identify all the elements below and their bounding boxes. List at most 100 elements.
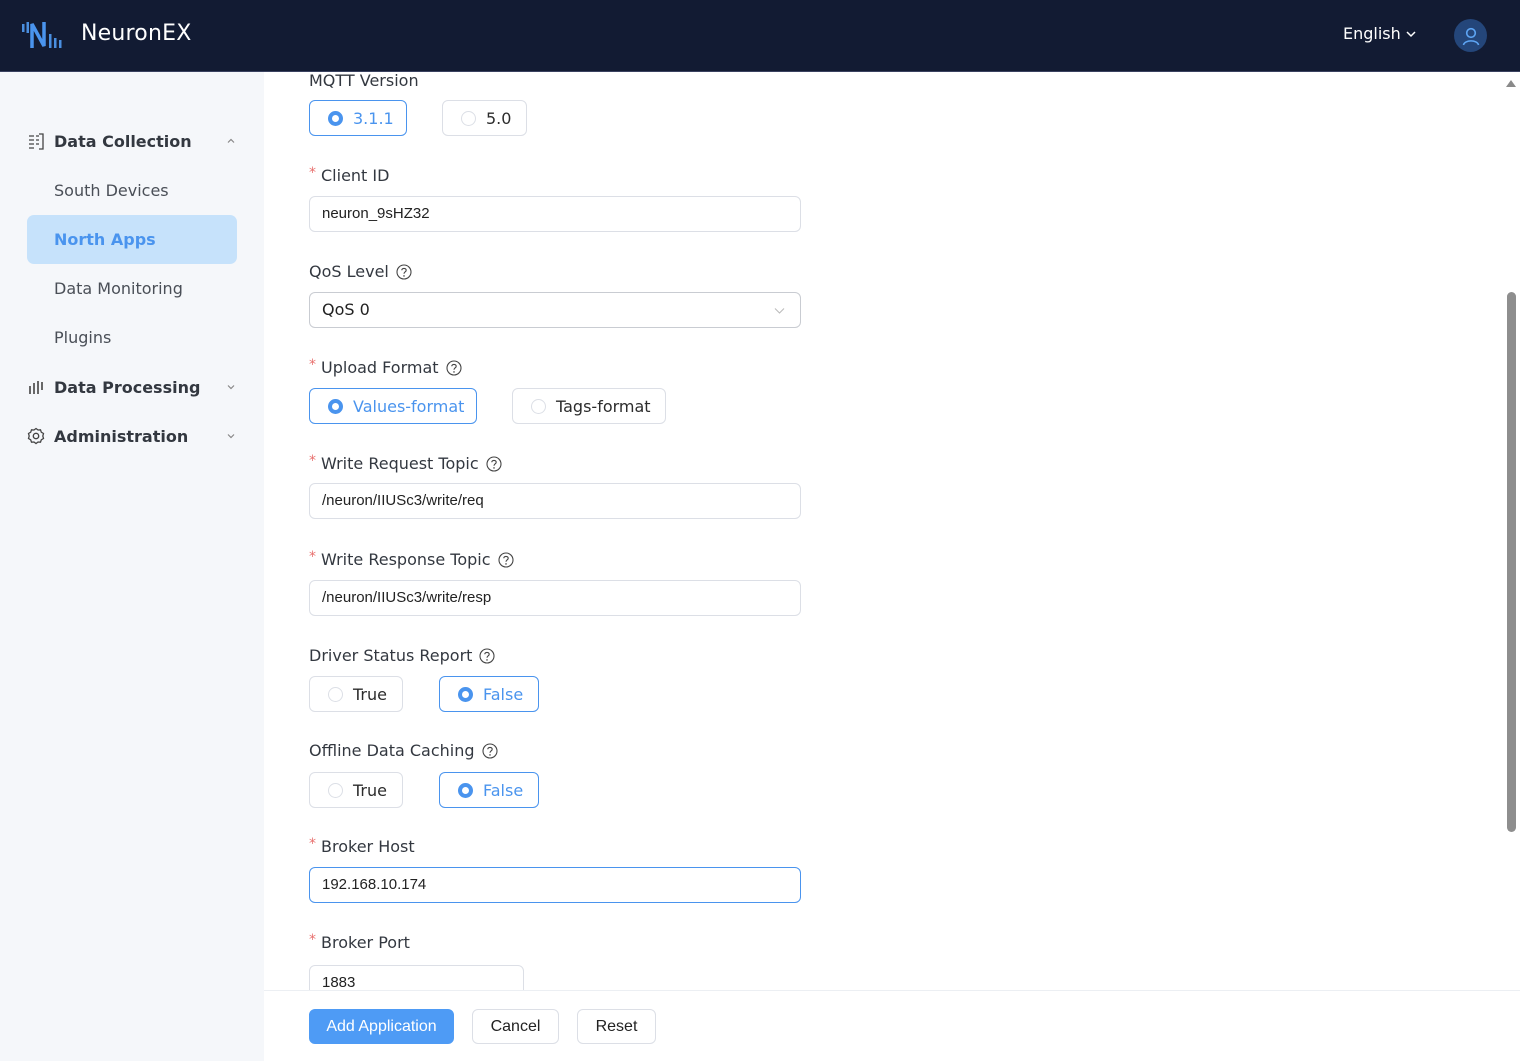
sidebar-item-south-devices[interactable]: South Devices: [27, 166, 237, 215]
tags-format-radio[interactable]: Tags-format: [512, 388, 666, 424]
language-selector[interactable]: English: [1343, 24, 1417, 43]
driver-status-report-label: Driver Status Report: [309, 646, 495, 665]
form-footer: Add Application Cancel Reset: [264, 990, 1520, 1061]
label-text: Broker Host: [321, 837, 415, 856]
radio-label: False: [483, 780, 524, 800]
required-marker: *: [309, 835, 316, 852]
radio-label: Values-format: [353, 396, 465, 416]
radio-label: 5.0: [486, 108, 512, 128]
mqtt-version-3-1-1-radio[interactable]: 3.1.1: [309, 100, 407, 136]
offline-caching-true-radio[interactable]: True: [309, 772, 403, 808]
gear-icon: [27, 427, 45, 445]
form-content: MQTT Version 3.1.1 5.0 * Client ID neuro…: [264, 72, 1520, 990]
sidebar-item-label: North Apps: [54, 230, 156, 249]
driver-status-true-radio[interactable]: True: [309, 676, 403, 712]
sidebar-group-label: Administration: [54, 426, 189, 446]
driver-status-false-radio[interactable]: False: [439, 676, 539, 712]
radio-unchecked-icon: [328, 686, 343, 702]
chevron-down-icon: [774, 308, 785, 314]
radio-label: True: [353, 780, 387, 800]
sidebar-group-data-collection[interactable]: Data Collection: [27, 121, 239, 161]
user-icon: [1462, 27, 1479, 45]
sidebar-group-label: Data Processing: [54, 377, 201, 397]
sidebar-group-data-processing[interactable]: Data Processing: [27, 367, 239, 407]
write-response-topic-label: * Write Response Topic: [309, 548, 514, 569]
add-application-button[interactable]: Add Application: [309, 1009, 454, 1044]
chevron-up-icon: [227, 138, 235, 143]
sidebar-item-label: South Devices: [54, 181, 169, 200]
broker-port-label: * Broker Port: [309, 931, 410, 953]
help-icon[interactable]: [396, 263, 412, 280]
label-text: Client ID: [321, 166, 390, 185]
client-id-label: * Client ID: [309, 164, 390, 186]
offline-caching-false-radio[interactable]: False: [439, 772, 539, 808]
sidebar-item-label: Data Monitoring: [54, 279, 183, 298]
help-icon[interactable]: [481, 742, 498, 759]
broker-port-input[interactable]: 1883: [309, 965, 524, 990]
label-text: Write Response Topic: [321, 550, 491, 569]
label-text: Broker Port: [321, 933, 410, 952]
mqtt-version-label: MQTT Version: [309, 72, 419, 90]
scroll-up-arrow-icon[interactable]: [1506, 80, 1516, 87]
top-header: NeuronEX English: [0, 0, 1520, 72]
radio-label: True: [353, 684, 387, 704]
radio-checked-icon: [458, 782, 473, 798]
cancel-button[interactable]: Cancel: [472, 1009, 559, 1044]
help-icon[interactable]: [497, 551, 514, 568]
write-request-topic-label: * Write Request Topic: [309, 452, 502, 473]
label-text: Upload Format: [321, 358, 439, 377]
language-label: English: [1343, 24, 1401, 43]
sidebar-group-label: Data Collection: [54, 131, 192, 151]
chevron-down-icon: [1406, 30, 1416, 37]
data-collection-icon: [27, 132, 45, 150]
help-icon[interactable]: [479, 647, 495, 664]
label-text: QoS Level: [309, 262, 389, 281]
user-avatar-button[interactable]: [1454, 19, 1487, 52]
data-processing-icon: [27, 378, 45, 396]
required-marker: *: [309, 548, 316, 565]
brand-name: NeuronEX: [81, 21, 192, 46]
help-icon[interactable]: [486, 455, 502, 472]
radio-label: Tags-format: [556, 396, 651, 416]
radio-unchecked-icon: [461, 110, 476, 126]
write-response-topic-input[interactable]: /neuron/IIUSc3/write/resp: [309, 580, 801, 616]
vertical-scrollbar-thumb[interactable]: [1507, 292, 1516, 832]
reset-button[interactable]: Reset: [577, 1009, 656, 1044]
sidebar-item-label: Plugins: [54, 328, 112, 347]
neuronex-logo-icon: [22, 22, 62, 48]
required-marker: *: [309, 452, 316, 469]
radio-unchecked-icon: [531, 398, 546, 414]
values-format-radio[interactable]: Values-format: [309, 388, 477, 424]
mqtt-version-5-0-radio[interactable]: 5.0: [442, 100, 527, 136]
label-text: Write Request Topic: [321, 454, 479, 473]
label-text: MQTT Version: [309, 72, 419, 90]
sidebar-item-data-monitoring[interactable]: Data Monitoring: [27, 264, 237, 313]
qos-level-select[interactable]: QoS 0: [309, 292, 801, 328]
broker-host-input[interactable]: 192.168.10.174: [309, 867, 801, 903]
radio-label: False: [483, 684, 524, 704]
offline-data-caching-label: Offline Data Caching: [309, 741, 498, 760]
client-id-input[interactable]: neuron_9sHZ32: [309, 196, 801, 232]
sidebar: Data Collection South Devices North Apps…: [0, 72, 264, 1061]
chevron-down-icon: [227, 434, 235, 439]
qos-level-label: QoS Level: [309, 262, 412, 281]
chevron-down-icon: [227, 385, 235, 390]
label-text: Driver Status Report: [309, 646, 473, 665]
required-marker: *: [309, 356, 316, 373]
radio-checked-icon: [328, 110, 343, 126]
select-value: QoS 0: [322, 300, 370, 319]
radio-checked-icon: [458, 686, 473, 702]
radio-checked-icon: [328, 398, 343, 414]
radio-label: 3.1.1: [353, 108, 394, 128]
write-request-topic-input[interactable]: /neuron/IIUSc3/write/req: [309, 483, 801, 519]
required-marker: *: [309, 931, 316, 948]
sidebar-item-north-apps[interactable]: North Apps: [27, 215, 237, 264]
required-marker: *: [309, 164, 316, 181]
sidebar-item-plugins[interactable]: Plugins: [27, 313, 237, 362]
help-icon[interactable]: [445, 359, 462, 376]
radio-unchecked-icon: [328, 782, 343, 798]
broker-host-label: * Broker Host: [309, 835, 415, 857]
label-text: Offline Data Caching: [309, 741, 475, 760]
sidebar-group-administration[interactable]: Administration: [27, 416, 239, 456]
upload-format-label: * Upload Format: [309, 356, 462, 377]
